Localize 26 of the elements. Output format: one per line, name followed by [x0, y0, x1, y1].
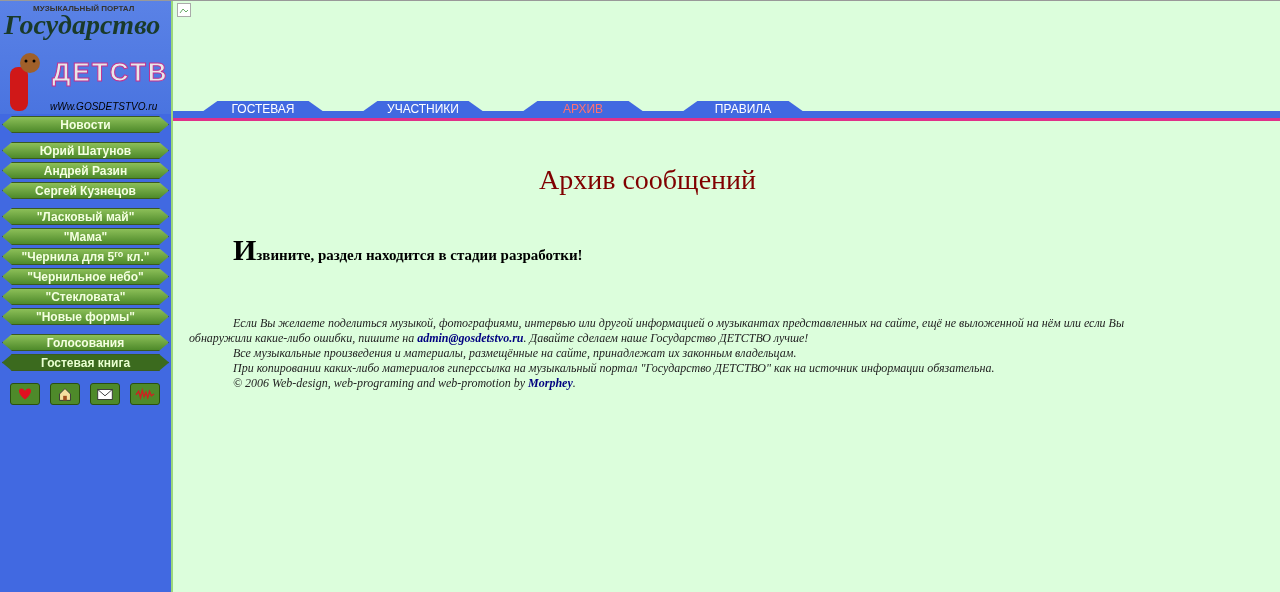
menu-button[interactable]: Сергей Кузнецов: [2, 182, 169, 199]
broken-image-icon: [177, 3, 191, 17]
mail-icon[interactable]: [90, 383, 120, 405]
page-heading: Архив сообщений: [539, 163, 757, 197]
footer-link[interactable]: Morphey: [528, 376, 573, 390]
menu-button[interactable]: "Чернильное небо": [2, 268, 169, 285]
menu-button[interactable]: Андрей Разин: [2, 162, 169, 179]
logo-word: ДЕТСТВ: [52, 56, 169, 89]
footer-text: При копировании каких-либо материалов гиперссылка на музыкальный портал "Государство ДЕТСТВО" как на источник информации обязательна.: [232, 361, 996, 376]
menu-button[interactable]: "Ласковый май": [2, 208, 169, 225]
footer-text: © 2006 Web-design, web-programing and web-promotion by Morphey.: [232, 376, 577, 391]
footer-link[interactable]: admin@gosdetstvo.ru: [417, 331, 524, 345]
logo-url: wWw.GOSDETSTVO.ru: [50, 101, 158, 113]
menu-button[interactable]: Голосования: [2, 334, 169, 351]
footer-text: Все музыкальные произведения и материалы, размещённые на сайте, принадлежат их законным владельцам.: [232, 346, 798, 361]
menu-button[interactable]: Новости: [2, 116, 169, 133]
notice-text: Извините, раздел находится в стадии разработки!: [233, 232, 583, 268]
menu-button[interactable]: "Новые формы": [2, 308, 169, 325]
menu-button[interactable]: Гостевая книга: [2, 354, 169, 371]
menu-button[interactable]: "Чернила для 5$^{го}$ кл.": [2, 248, 169, 265]
menu-button[interactable]: "Стекловата": [2, 288, 169, 305]
home-icon[interactable]: [50, 383, 80, 405]
footer-text: Если Вы желаете поделиться музыкой, фотографиями, интервью или другой информацией о музыкантах представленных на сайте, ещё не выложенной на нём или если Вы обнаружили какие-либо ошибки, пишите на admin@gosdetstvo.ru. Давайте сделаем наше Государство ДЕТСТВО лучше!: [189, 316, 1126, 346]
menu-button[interactable]: Юрий Шатунов: [2, 142, 169, 159]
logo-caption: МУЗЫКАЛЬНЫЙ ПОРТАЛ: [33, 3, 135, 15]
menu-button[interactable]: "Мама": [2, 228, 169, 245]
